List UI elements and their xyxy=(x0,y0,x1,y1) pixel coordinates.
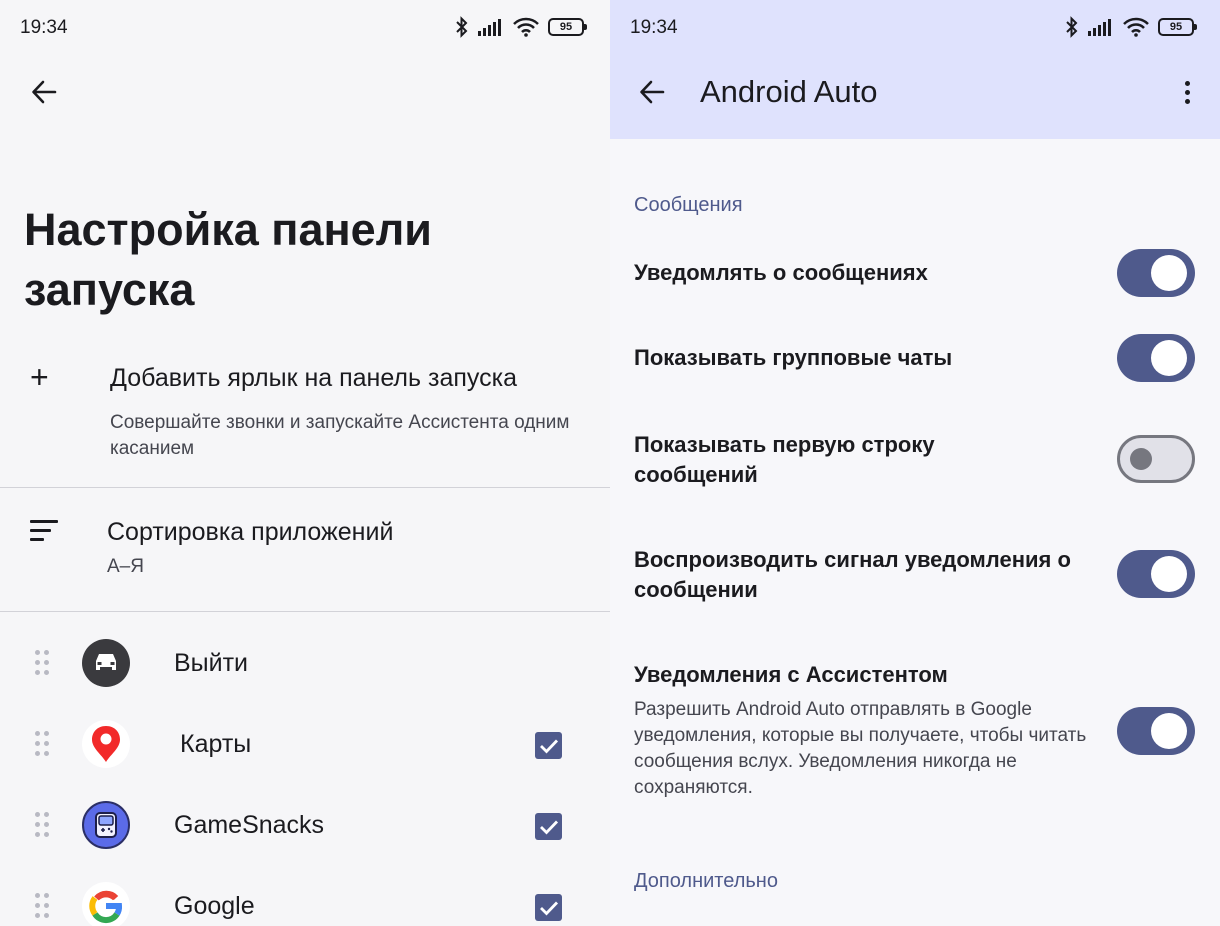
more-options-button[interactable] xyxy=(1172,74,1202,110)
app-name: GameSnacks xyxy=(174,811,325,839)
app-row-google: Google xyxy=(0,866,610,926)
setting-title: Показывать первую строку сообщений xyxy=(634,432,935,487)
setting-description: Разрешить Android Auto отправлять в Goog… xyxy=(634,699,1087,798)
sort-icon xyxy=(30,520,58,547)
setting-notification-sound[interactable]: Воспроизводить сигнал уведомления о сооб… xyxy=(610,544,1220,606)
app-name: Google xyxy=(174,892,255,920)
page-title: Настройка панели запуска xyxy=(24,204,432,315)
plus-icon: + xyxy=(30,359,49,395)
app-checkbox[interactable] xyxy=(535,813,562,840)
android-auto-settings-screen: 19:34 95 Android Auto Сообщения Уведомля… xyxy=(610,0,1220,926)
signal-icon xyxy=(1088,19,1111,36)
back-button[interactable] xyxy=(24,72,64,112)
setting-first-line[interactable]: Показывать первую строку сообщений xyxy=(610,428,1220,490)
signal-icon xyxy=(478,19,501,36)
app-name: Выйти xyxy=(174,649,249,677)
app-checkbox[interactable] xyxy=(535,894,562,921)
launcher-settings-screen: 19:34 95 Настройка панели запуска + Доба… xyxy=(0,0,610,926)
app-row-gamesnacks: GameSnacks xyxy=(0,785,610,865)
setting-group-chats[interactable]: Показывать групповые чаты xyxy=(610,334,1220,384)
drag-handle-icon[interactable] xyxy=(34,649,52,677)
bluetooth-icon xyxy=(1066,16,1078,38)
google-g-icon xyxy=(82,882,130,926)
notification-sound-toggle[interactable] xyxy=(1117,550,1195,598)
divider xyxy=(0,487,610,488)
notify-messages-toggle[interactable] xyxy=(1117,249,1195,297)
gamesnacks-icon xyxy=(82,801,130,849)
more-vert-icon xyxy=(1184,80,1190,86)
app-name: Карты xyxy=(180,730,252,758)
group-chats-toggle[interactable] xyxy=(1117,334,1195,382)
sort-apps-item[interactable]: Сортировка приложений А–Я xyxy=(0,500,610,608)
battery-indicator: 95 xyxy=(1158,18,1197,36)
setting-title: Воспроизводить сигнал уведомления о сооб… xyxy=(634,547,1071,602)
app-row-maps: Карты xyxy=(0,704,610,784)
app-row-exit: Выйти xyxy=(0,623,610,703)
status-time: 19:34 xyxy=(20,17,68,38)
back-button[interactable] xyxy=(632,72,672,112)
app-checkbox[interactable] xyxy=(535,732,562,759)
car-icon xyxy=(82,639,130,687)
check-icon xyxy=(539,820,558,835)
page-title: Android Auto xyxy=(700,74,878,109)
assistant-notifications-toggle[interactable] xyxy=(1117,707,1195,755)
section-header-more: Дополнительно xyxy=(634,870,778,892)
section-header-messages: Сообщения xyxy=(634,194,743,216)
wifi-icon xyxy=(1123,17,1149,37)
status-bar: 19:34 95 xyxy=(610,0,1220,56)
check-icon xyxy=(539,901,558,916)
add-shortcut-title: Добавить ярлык на панель запуска xyxy=(110,364,518,392)
setting-notify-messages[interactable]: Уведомлять о сообщениях xyxy=(610,248,1220,298)
sort-apps-value: А–Я xyxy=(107,556,144,577)
drag-handle-icon[interactable] xyxy=(34,892,52,920)
setting-title: Уведомлять о сообщениях xyxy=(634,260,928,285)
status-icons: 95 xyxy=(455,16,587,38)
bluetooth-icon xyxy=(456,16,468,38)
arrow-back-icon xyxy=(640,80,665,104)
setting-title: Уведомления с Ассистентом xyxy=(634,662,948,687)
sort-apps-title: Сортировка приложений xyxy=(107,518,394,546)
status-time: 19:34 xyxy=(630,17,678,38)
drag-handle-icon[interactable] xyxy=(34,730,52,758)
battery-indicator: 95 xyxy=(548,18,587,36)
first-line-toggle[interactable] xyxy=(1117,435,1195,483)
drag-handle-icon[interactable] xyxy=(34,811,52,839)
wifi-icon xyxy=(513,17,539,37)
check-icon xyxy=(539,739,558,754)
maps-pin-icon xyxy=(82,720,130,768)
add-shortcut-subtitle: Совершайте звонки и запускайте Ассистент… xyxy=(110,412,570,459)
status-icons: 95 xyxy=(1065,16,1197,38)
add-shortcut-item[interactable]: + Добавить ярлык на панель запуска Совер… xyxy=(0,350,610,486)
setting-assistant-notifications[interactable]: Уведомления с Ассистентом Разрешить Andr… xyxy=(610,659,1220,805)
setting-title: Показывать групповые чаты xyxy=(634,345,953,370)
status-bar: 19:34 95 xyxy=(0,0,610,56)
arrow-back-icon xyxy=(32,80,57,104)
divider xyxy=(0,611,610,612)
